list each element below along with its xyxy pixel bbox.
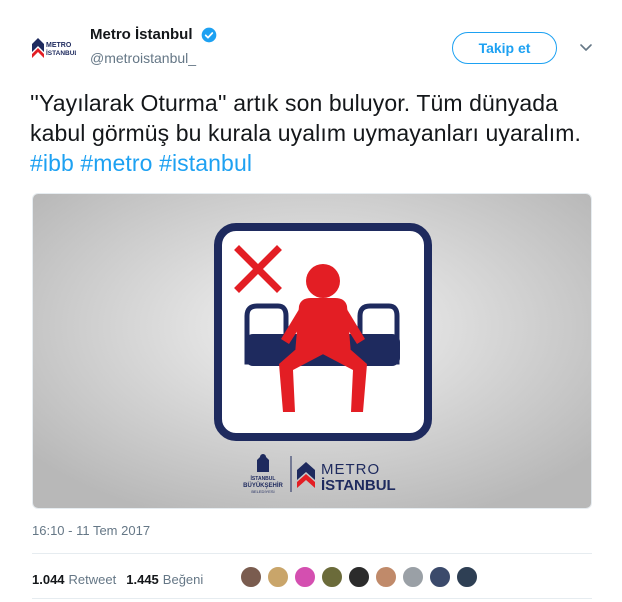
liker-avatar[interactable] (429, 566, 451, 588)
chevron-down-icon[interactable] (577, 38, 595, 56)
like-stat[interactable]: 1.445 Beğeni (126, 572, 203, 587)
display-name[interactable]: Metro İstanbul (90, 26, 193, 43)
tweet-stats: 1.044 Retweet 1.445 Beğeni (32, 568, 213, 590)
ibb-logo-line1: İSTANBUL (251, 475, 276, 482)
divider (32, 598, 592, 599)
metro-logo-line1: METRO (321, 461, 380, 478)
ibb-logo-line3: BELEDİYESİ (251, 489, 274, 494)
retweet-stat[interactable]: 1.044 Retweet (32, 572, 116, 587)
tweet-text: ''Yayılarak Oturma'' artık son buluyor. … (30, 88, 595, 178)
hashtag-link[interactable]: #istanbul (159, 150, 252, 176)
ibb-logo-line2: BÜYÜKŞEHİR (243, 482, 283, 489)
account-name-block[interactable]: Metro İstanbul @metroistanbul_ (90, 26, 217, 66)
avatar-logo-line1: METRO (46, 42, 72, 49)
retweet-count: 1.044 (32, 571, 65, 587)
avatar[interactable]: METRO İSTANBUL (28, 24, 78, 74)
person-torso (295, 298, 351, 354)
like-label: Beğeni (162, 571, 204, 587)
tweet-timestamp[interactable]: 16:10 - 11 Tem 2017 (32, 523, 150, 538)
hashtag-link[interactable]: #metro (80, 150, 152, 176)
liker-avatar[interactable] (456, 566, 478, 588)
hashtag-link[interactable]: #ibb (30, 150, 74, 176)
liker-avatar[interactable] (267, 566, 289, 588)
tweet-media-image[interactable]: İSTANBUL BÜYÜKŞEHİR BELEDİYESİ METRO İST… (32, 193, 592, 509)
tweet-header: METRO İSTANBUL Metro İstanbul @metroista… (28, 20, 608, 74)
liker-avatar[interactable] (348, 566, 370, 588)
metro-logo-line2: İSTANBUL (321, 477, 396, 494)
person-head (306, 264, 340, 298)
liker-avatar[interactable] (402, 566, 424, 588)
no-manspreading-sign-icon: İSTANBUL BÜYÜKŞEHİR BELEDİYESİ METRO İST… (33, 194, 591, 508)
tweet-body: ''Yayılarak Oturma'' artık son buluyor. … (30, 90, 581, 146)
likers-avatars (240, 566, 483, 588)
divider (32, 553, 592, 554)
like-count: 1.445 (126, 571, 159, 587)
avatar-logo-line2: İSTANBUL (46, 49, 76, 57)
liker-avatar[interactable] (321, 566, 343, 588)
metro-istanbul-logo-icon: METRO İSTANBUL (32, 38, 76, 58)
liker-avatar[interactable] (375, 566, 397, 588)
retweet-label: Retweet (68, 571, 117, 587)
liker-avatar[interactable] (240, 566, 262, 588)
account-handle[interactable]: @metroistanbul_ (90, 50, 217, 66)
follow-button[interactable]: Takip et (452, 32, 557, 64)
liker-avatar[interactable] (294, 566, 316, 588)
verified-badge-icon (201, 27, 217, 43)
